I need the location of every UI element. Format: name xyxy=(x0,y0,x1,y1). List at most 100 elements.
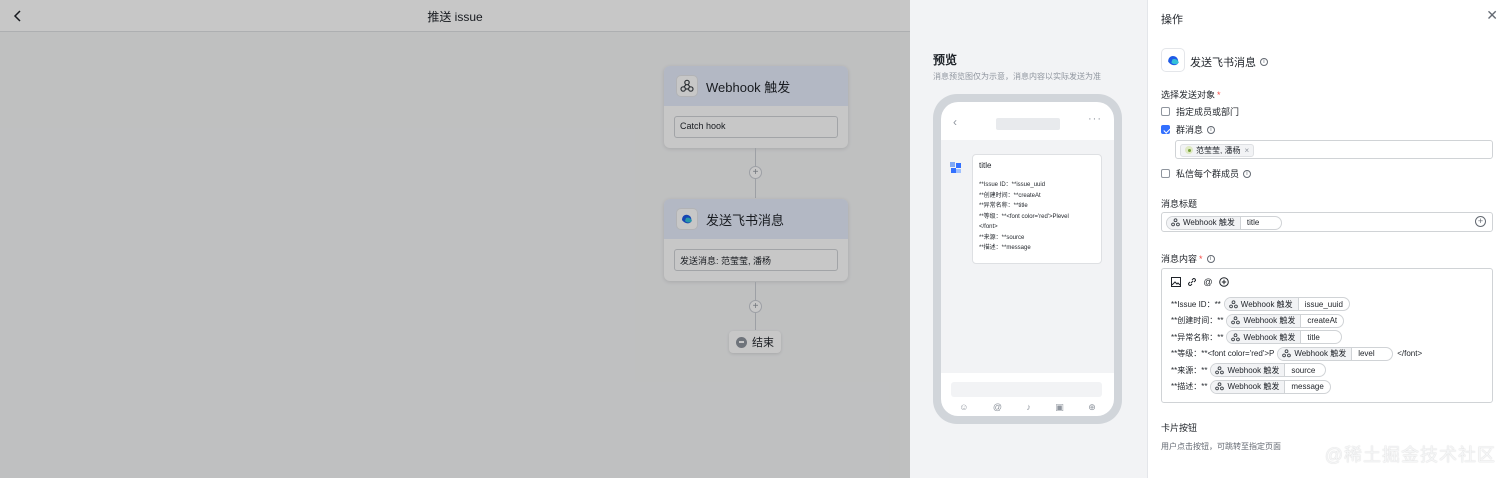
message-card-preview: title **Issue ID：**issue_uuid **创建时间：**c… xyxy=(972,154,1102,264)
webhook-icon xyxy=(1215,366,1225,375)
image-icon: ▣ xyxy=(1055,402,1064,412)
at-icon: @ xyxy=(992,402,1002,412)
info-icon[interactable]: i xyxy=(1207,125,1216,134)
group-checkbox[interactable] xyxy=(1161,125,1170,134)
variable-field: title xyxy=(1307,332,1320,342)
content-line: **创建时间：** Webhook 触发 createAt xyxy=(1171,313,1422,330)
content-line: **来源：** Webhook 触发 source xyxy=(1171,362,1422,379)
card-button-hint: 用户点击按钮，可跳转至指定页面 xyxy=(1161,442,1281,451)
content-prefix: **来源：** xyxy=(1171,365,1208,375)
webhook-icon xyxy=(1231,316,1241,325)
phone-back-icon: ‹ xyxy=(953,115,957,129)
content-prefix: **创建时间：** xyxy=(1171,316,1224,326)
plus-circle-icon[interactable]: + xyxy=(1475,216,1486,227)
variable-source-label: Webhook 触发 xyxy=(1227,365,1280,375)
required-mark: * xyxy=(1199,253,1203,264)
card-line: **来源：**source xyxy=(979,234,1025,241)
card-line: **Issue ID：**issue_uuid xyxy=(979,182,1046,188)
editor-toolbar: @ xyxy=(1171,277,1229,287)
card-button-label: 卡片按钮 xyxy=(1161,423,1198,433)
variable-field: issue_uuid xyxy=(1304,299,1343,309)
content-prefix: **等级：**<font color='red'>P xyxy=(1171,349,1275,359)
variable-source: Webhook 触发 xyxy=(1278,347,1353,360)
close-icon[interactable]: ✕ xyxy=(1486,8,1498,22)
card-line: **创建时间：**createAt xyxy=(979,192,1041,199)
content-line: **Issue ID：** Webhook 触发 issue_uuid xyxy=(1171,296,1422,313)
msg-title-input[interactable]: Webhook 触发 title + xyxy=(1161,212,1493,232)
more-icon: ··· xyxy=(1088,113,1102,125)
group-avatar-icon xyxy=(1185,146,1193,154)
chat-area: title **Issue ID：**issue_uuid **创建时间：**c… xyxy=(941,140,1114,373)
members-checkbox[interactable] xyxy=(1161,107,1170,116)
variable-field: createAt xyxy=(1307,316,1338,326)
content-lines: **Issue ID：** Webhook 触发 issue_uuid **创建时间：… xyxy=(1171,296,1422,395)
watermark: @稀土掘金技术社区 xyxy=(1324,445,1496,465)
variable-field: title xyxy=(1246,218,1260,228)
content-line: **描述：** Webhook 触发 message xyxy=(1171,379,1422,396)
variable-pill[interactable]: Webhook 触发 title xyxy=(1226,330,1343,345)
modal-overlay[interactable] xyxy=(0,0,910,478)
variable-field: message xyxy=(1291,382,1324,392)
image-icon[interactable] xyxy=(1171,277,1181,287)
card-line: **描述：**message xyxy=(979,245,1031,251)
variable-pill[interactable]: Webhook 触发 issue_uuid xyxy=(1223,297,1350,312)
preview-panel: 预览 消息预览图仅为示意，消息内容以实际发送为准 ‹ ··· title **I… xyxy=(910,0,1147,478)
panel-title: 操作 xyxy=(1161,14,1183,26)
variable-source-label: Webhook 触发 xyxy=(1227,382,1280,392)
option-private[interactable]: 私信每个群成员 i xyxy=(1161,167,1252,180)
card-title: title xyxy=(979,161,992,170)
webhook-icon xyxy=(1228,300,1238,309)
variable-source-label: Webhook 触发 xyxy=(1243,332,1296,342)
content-prefix: **描述：** xyxy=(1171,382,1208,392)
variable-pill[interactable]: Webhook 触发 createAt xyxy=(1226,313,1345,328)
content-line: **等级：**<font color='red'>P Webhook 触发 leve… xyxy=(1171,346,1422,363)
variable-source: Webhook 触发 xyxy=(1211,380,1286,393)
variable-pill[interactable]: Webhook 触发 title xyxy=(1166,215,1282,230)
option-members[interactable]: 指定成员或部门 xyxy=(1161,105,1239,118)
info-icon[interactable]: i xyxy=(1206,254,1215,263)
info-icon[interactable]: i xyxy=(1243,169,1252,178)
card-line: </font> xyxy=(979,224,998,230)
tag-close-icon[interactable]: × xyxy=(1244,146,1249,155)
variable-source: Webhook 触发 xyxy=(1167,216,1241,229)
action-name-text: 发送飞书消息 xyxy=(1190,57,1256,69)
variable-source: Webhook 触发 xyxy=(1227,331,1302,344)
content-prefix: **Issue ID：** xyxy=(1171,299,1221,309)
option-label: 群消息 xyxy=(1176,125,1204,135)
info-icon[interactable]: i xyxy=(1260,58,1268,66)
msg-title-label: 消息标题 xyxy=(1161,199,1198,209)
msg-content-label-text: 消息内容 xyxy=(1161,254,1198,264)
workflow-canvas: 推送 issue Webhook 触发 Catch hook + 发送飞书消息 … xyxy=(0,0,910,478)
target-label: 选择发送对象 * xyxy=(1161,88,1221,101)
preview-title: 预览 xyxy=(933,53,958,67)
card-line: **等级：**<font color='red'>Plevel xyxy=(979,213,1069,220)
webhook-icon xyxy=(1171,218,1180,227)
variable-source: Webhook 触发 xyxy=(1211,364,1286,377)
at-icon[interactable]: @ xyxy=(1203,277,1213,287)
phone-input-bar xyxy=(951,382,1102,397)
group-tag: 范莹莹, 潘杨 × xyxy=(1180,143,1255,157)
group-selector[interactable]: 范莹莹, 潘杨 × xyxy=(1175,140,1493,159)
group-tag-label: 范莹莹, 潘杨 xyxy=(1196,145,1241,155)
feishu-icon xyxy=(1161,48,1185,72)
msg-content-editor[interactable]: @ **Issue ID：** Webhook 触发 issue_uuid **创建时… xyxy=(1161,268,1493,403)
variable-pill[interactable]: Webhook 触发 message xyxy=(1210,379,1331,394)
phone-mockup: ‹ ··· title **Issue ID：**issue_uuid **创建… xyxy=(933,94,1122,424)
variable-source-label: Webhook 触发 xyxy=(1243,316,1296,326)
plus-circle-icon[interactable] xyxy=(1219,277,1229,287)
preview-hint: 消息预览图仅为示意，消息内容以实际发送为准 xyxy=(933,72,1101,81)
variable-source: Webhook 触发 xyxy=(1224,298,1299,311)
variable-pill[interactable]: Webhook 触发 level xyxy=(1277,346,1394,361)
link-icon[interactable] xyxy=(1187,277,1197,287)
target-label-text: 选择发送对象 xyxy=(1161,90,1216,100)
option-label: 私信每个群成员 xyxy=(1176,169,1240,179)
webhook-icon xyxy=(1231,333,1241,342)
operation-panel: 操作 ✕ 发送飞书消息 i 选择发送对象 * 指定成员或部门 群消息 i 范莹莹,… xyxy=(1147,0,1512,478)
phone-screen: ‹ ··· title **Issue ID：**issue_uuid **创建… xyxy=(941,102,1114,416)
option-group[interactable]: 群消息 i xyxy=(1161,123,1216,136)
private-checkbox[interactable] xyxy=(1161,169,1170,178)
required-mark: * xyxy=(1217,90,1221,100)
variable-pill[interactable]: Webhook 触发 source xyxy=(1210,363,1327,378)
plus-circle-icon: ⊕ xyxy=(1088,402,1096,412)
msg-content-label: 消息内容 * i xyxy=(1161,252,1215,265)
